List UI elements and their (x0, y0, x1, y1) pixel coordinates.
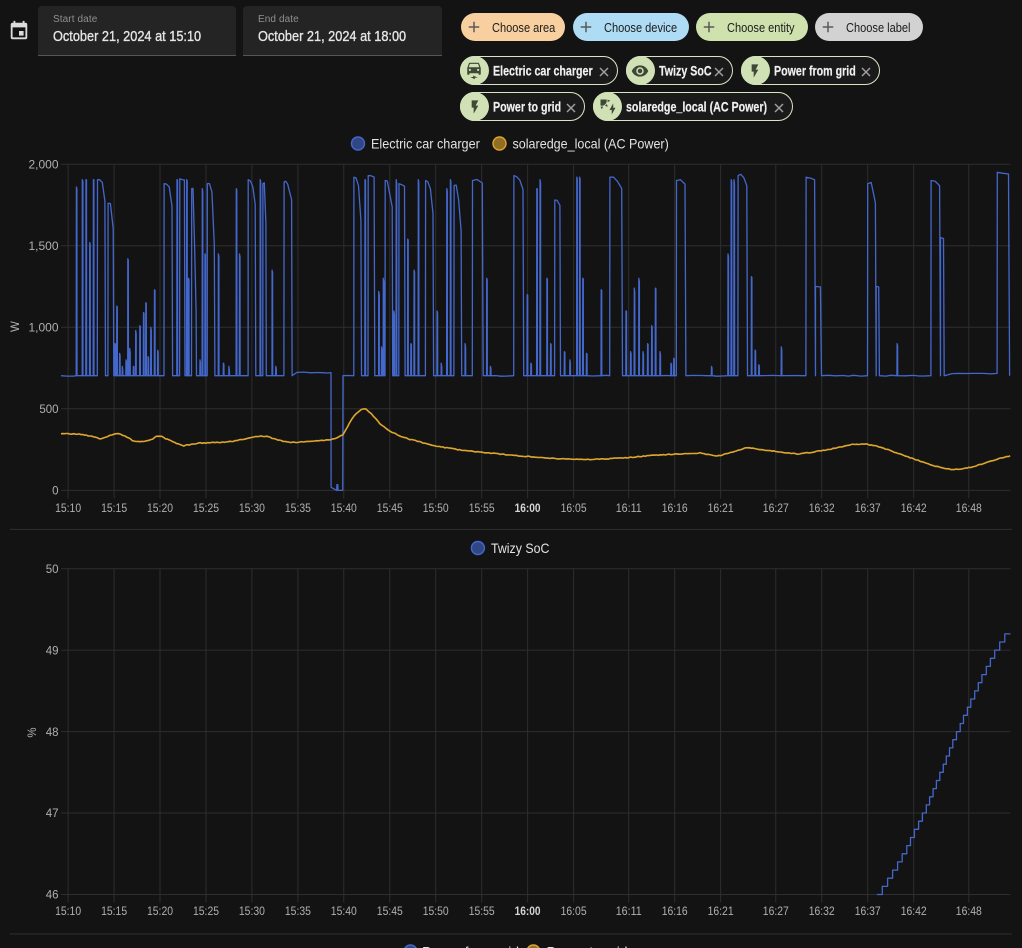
svg-text:Power from grid: Power from grid (422, 944, 519, 948)
svg-text:Electric car charger: Electric car charger (371, 136, 480, 152)
svg-text:15:50: 15:50 (423, 906, 449, 918)
svg-text:16:11: 16:11 (616, 906, 642, 918)
svg-text:15:50: 15:50 (423, 503, 449, 515)
svg-text:50: 50 (46, 564, 59, 576)
svg-text:16:48: 16:48 (956, 503, 982, 515)
svg-text:Twizy SoC: Twizy SoC (491, 540, 549, 556)
svg-text:15:45: 15:45 (377, 503, 403, 515)
svg-text:16:27: 16:27 (763, 503, 789, 515)
svg-text:15:55: 15:55 (469, 906, 495, 918)
svg-text:%: % (27, 727, 39, 737)
svg-text:16:05: 16:05 (561, 906, 587, 918)
svg-text:16:37: 16:37 (855, 503, 881, 515)
svg-text:15:10: 15:10 (55, 503, 81, 515)
svg-text:16:48: 16:48 (956, 906, 982, 918)
svg-text:15:55: 15:55 (469, 503, 495, 515)
svg-text:16:32: 16:32 (809, 503, 835, 515)
svg-text:16:16: 16:16 (662, 906, 688, 918)
svg-text:2,000: 2,000 (29, 159, 59, 171)
svg-text:48: 48 (46, 727, 59, 739)
svg-text:16:42: 16:42 (901, 906, 927, 918)
svg-text:15:25: 15:25 (193, 503, 219, 515)
svg-text:15:10: 15:10 (55, 906, 81, 918)
svg-text:solaredge_local (AC Power): solaredge_local (AC Power) (513, 136, 669, 152)
svg-text:1,000: 1,000 (29, 323, 59, 335)
svg-text:15:40: 15:40 (331, 906, 357, 918)
svg-text:16:05: 16:05 (561, 503, 587, 515)
svg-text:15:20: 15:20 (147, 906, 173, 918)
svg-text:15:35: 15:35 (285, 503, 311, 515)
svg-text:16:21: 16:21 (708, 503, 734, 515)
svg-text:500: 500 (39, 404, 58, 416)
svg-text:49: 49 (46, 645, 59, 657)
svg-text:16:00: 16:00 (515, 503, 541, 515)
svg-text:Power to grid: Power to grid (547, 944, 628, 948)
svg-text:0: 0 (52, 486, 58, 498)
svg-text:15:30: 15:30 (239, 503, 265, 515)
svg-text:15:15: 15:15 (101, 906, 127, 918)
svg-text:47: 47 (46, 808, 59, 820)
svg-text:15:40: 15:40 (331, 503, 357, 515)
svg-text:15:35: 15:35 (285, 906, 311, 918)
svg-text:16:37: 16:37 (855, 906, 881, 918)
svg-text:16:32: 16:32 (809, 906, 835, 918)
svg-text:16:11: 16:11 (616, 503, 642, 515)
svg-text:16:42: 16:42 (901, 503, 927, 515)
svg-text:16:16: 16:16 (662, 503, 688, 515)
svg-text:16:00: 16:00 (515, 906, 541, 918)
svg-text:15:15: 15:15 (101, 503, 127, 515)
svg-text:15:20: 15:20 (147, 503, 173, 515)
svg-text:15:30: 15:30 (239, 906, 265, 918)
svg-text:16:21: 16:21 (708, 906, 734, 918)
svg-text:1,500: 1,500 (29, 241, 59, 253)
svg-text:16:27: 16:27 (763, 906, 789, 918)
svg-text:46: 46 (46, 890, 59, 902)
svg-text:15:25: 15:25 (193, 906, 219, 918)
svg-text:15:45: 15:45 (377, 906, 403, 918)
svg-text:W: W (10, 321, 22, 332)
